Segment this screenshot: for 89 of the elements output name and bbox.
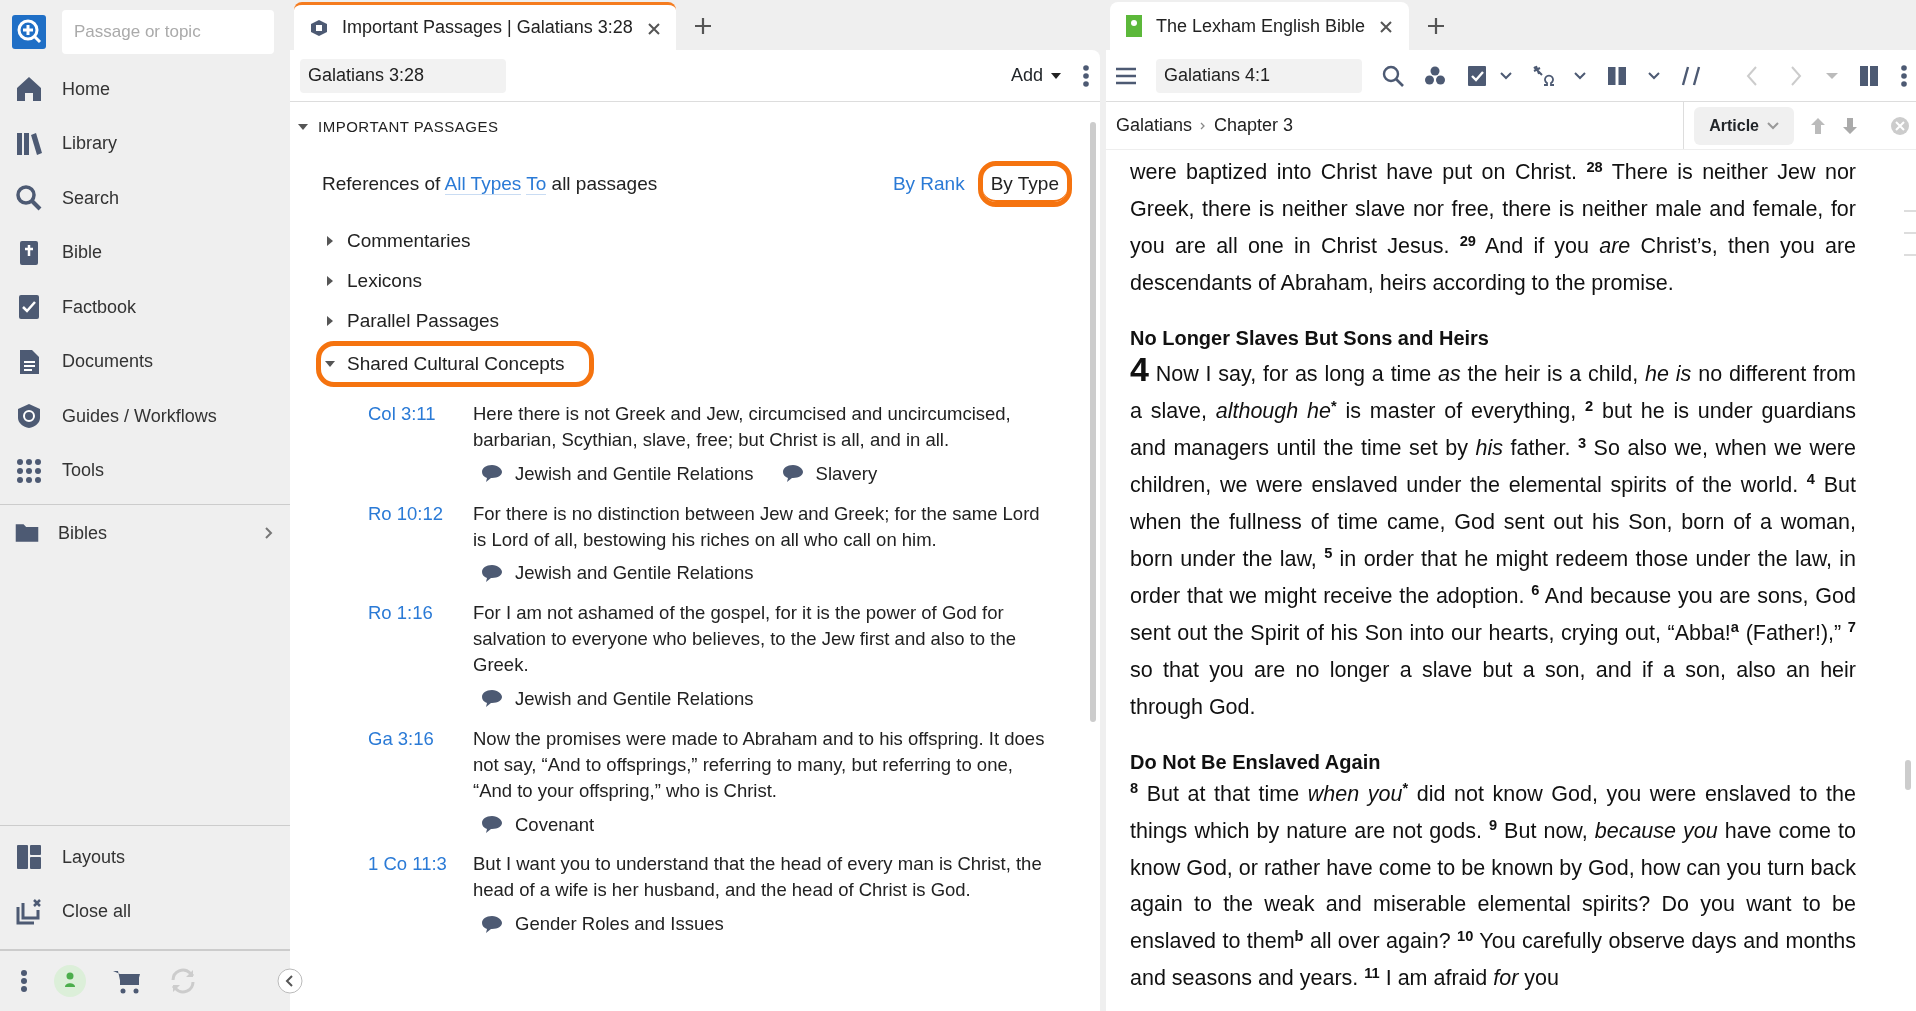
add-button[interactable]: Add bbox=[1001, 57, 1070, 94]
sidebar-item[interactable]: Close all bbox=[0, 884, 290, 939]
document-tab[interactable]: Important Passages | Galatians 3:28 bbox=[294, 2, 676, 50]
close-all-icon bbox=[14, 896, 44, 927]
section-header[interactable]: IMPORTANT PASSAGES bbox=[298, 116, 1086, 139]
panel-icon[interactable] bbox=[1858, 64, 1880, 87]
sidebar-item[interactable]: Documents bbox=[0, 334, 290, 389]
passage-text: But I want you to understand that the head of every man is Christ, the head of a wife is her husband, and the head of Christ is God. bbox=[473, 852, 1043, 903]
tree-item[interactable]: Commentaries bbox=[316, 221, 500, 261]
close-icon[interactable] bbox=[1379, 19, 1394, 34]
scrollbar-thumb[interactable] bbox=[1905, 760, 1911, 790]
interlinear-icon[interactable] bbox=[1532, 64, 1554, 87]
scripture-text: 4 Now I say, for as long a time as the heir is a child, he is no different from a slave, although he$^{*}$ is master of everything, $^{2}$ but he is under guardians and managers until the time set by his father. $^{3}$ So also we, when we were children, we were enslaved under the elemental spirits of the world. $^{4}$ But when the fullness of time came, God sent out his Son, born of a woman, born under the law, $^{5}$ in order that he might redeem those under the law, in order that we might receive the adoption. $^{6}$ And because you are sons, God sent out the Spirit of his Son into our hearts, crying out, “Abba!$^{a}$ (Father!),” $^{7}$ so that you are no longer a slave but a son, and if a son, also an heir through God. bbox=[1130, 351, 1856, 721]
three-circles-icon[interactable] bbox=[1424, 64, 1446, 87]
speech-bubble-icon bbox=[481, 914, 503, 934]
columns-icon[interactable] bbox=[1606, 64, 1628, 87]
close-icon[interactable] bbox=[646, 22, 661, 37]
verse-link[interactable]: Ro 1:16 bbox=[368, 600, 473, 712]
breadcrumb-item[interactable]: Galatians bbox=[1116, 112, 1193, 139]
speech-bubble-icon bbox=[481, 815, 503, 834]
caret-icon bbox=[1051, 72, 1061, 79]
concept-link[interactable]: Jewish and Gentile Relations bbox=[481, 686, 754, 712]
section-heading: Do Not Be Enslaved Again bbox=[1130, 749, 1382, 775]
collapsed-triangle-icon[interactable] bbox=[325, 276, 335, 286]
concept-link[interactable]: Jewish and Gentile Relations bbox=[481, 460, 754, 487]
tree-item[interactable]: Lexicons bbox=[316, 261, 451, 301]
collapse-button-icon[interactable] bbox=[277, 968, 303, 994]
view-tab[interactable]: By Rank bbox=[879, 160, 978, 207]
view-tab[interactable]: By Type bbox=[977, 160, 1072, 207]
more-icon[interactable] bbox=[1900, 63, 1908, 88]
chevron-down-icon[interactable] bbox=[1500, 71, 1512, 80]
document-tab[interactable]: The Lexham English Bible bbox=[1110, 2, 1410, 50]
add-tab-icon[interactable] bbox=[1427, 17, 1446, 35]
scrollbar-thumb[interactable] bbox=[1090, 122, 1096, 722]
sidebar-item[interactable]: Factbook bbox=[0, 280, 290, 335]
verse-link[interactable]: 1 Co 11:3 bbox=[368, 851, 473, 938]
passage-text: For I am not ashamed of the gospel, for it is the power of God for salvation to everyone who believes, to the Jew first and also to the Greek. bbox=[473, 601, 1017, 678]
more-icon[interactable] bbox=[20, 969, 28, 993]
expanded-triangle-icon[interactable] bbox=[325, 359, 335, 369]
book-cover-icon bbox=[1126, 15, 1142, 37]
app-logo-icon[interactable] bbox=[12, 15, 46, 49]
view-dropdown[interactable]: Article bbox=[1694, 106, 1794, 145]
reference-field[interactable]: Galatians 3:28 bbox=[300, 58, 506, 93]
verse-link[interactable]: Ga 3:16 bbox=[368, 725, 473, 838]
passage-text: Now the promises were made to Abraham and to his offspring. It does not say, “And to offsprings,” referring to many, but referring to one, “And to your offspring,” who is Christ. bbox=[473, 726, 1046, 803]
sidebar-item[interactable]: Layouts bbox=[0, 830, 290, 885]
add-tab-icon[interactable] bbox=[694, 17, 712, 35]
filter-sentence: References of All Types To all passages bbox=[322, 171, 658, 197]
parallel-lines-icon[interactable] bbox=[1680, 64, 1702, 87]
verse-link[interactable]: Col 3:11 bbox=[368, 401, 473, 487]
passage-text: For there is no distinction between Jew and Greek; for the same Lord is Lord of all, bestowing his riches on all who call on him. bbox=[473, 501, 1041, 552]
concept-link[interactable]: Slavery bbox=[781, 460, 878, 487]
book-check-icon[interactable] bbox=[1466, 64, 1488, 87]
search-icon[interactable] bbox=[1382, 64, 1404, 87]
sidebar-item[interactable]: Home bbox=[0, 62, 290, 117]
search-field[interactable]: Passage or topic bbox=[62, 10, 274, 54]
sidebar-item[interactable]: Search bbox=[0, 171, 290, 226]
concept-link[interactable]: Gender Roles and Issues bbox=[481, 911, 724, 938]
more-icon[interactable] bbox=[1082, 63, 1090, 88]
speech-bubble-icon bbox=[481, 689, 503, 709]
breadcrumb-item[interactable]: Chapter 3 bbox=[1214, 112, 1294, 139]
scripture-text: were baptized into Christ have put on Christ. $^{28}$ There is neither Jew nor Greek, there is neither slave nor free, there is neither male and female, for you are all one in Christ Jesus. $^{29}$ And if you are Christ’s, then you are descendants of Abraham, heirs according to the promise. bbox=[1130, 157, 1856, 297]
chevron-down-icon[interactable] bbox=[1648, 71, 1660, 80]
collapsed-triangle-icon[interactable] bbox=[325, 316, 335, 326]
sidebar-item[interactable]: Bible bbox=[0, 225, 290, 280]
tree-item[interactable]: Shared Cultural Concepts bbox=[316, 341, 594, 387]
scripture-text: $^{8}$ But at that time when you$^{*}$ did not know God, you were enslaved to the things which by nature are not gods. $^{9}$ But now, because you have come to know God, or rather have come to be known by God, how can you turn back again to the weak and miserable elemental spirits? Do you want to be enslaved to them$^{b}$ all over again? $^{10}$ You carefully observe days and months and seasons and years. $^{11}$ I am afraid for you bbox=[1130, 779, 1856, 993]
tree-item[interactable]: Parallel Passages bbox=[316, 301, 529, 341]
concept-link[interactable]: Covenant bbox=[481, 811, 595, 838]
verse-link[interactable]: Ro 10:12 bbox=[368, 500, 473, 587]
breadcrumb-separator-icon bbox=[1200, 121, 1207, 130]
sidebar-item[interactable]: Guides / Workflows bbox=[0, 389, 290, 444]
speech-bubble-icon bbox=[481, 563, 503, 583]
collapsed-triangle-icon[interactable] bbox=[325, 236, 335, 246]
passage-text: Here there is not Greek and Jew, circumcised and uncircumcised, barbarian, Scythian, slave, free; but Christ is all, and in all. bbox=[473, 402, 1012, 452]
sidebar-item[interactable]: Tools bbox=[0, 443, 290, 498]
chevron-down-icon[interactable] bbox=[1574, 71, 1586, 80]
chevron-down-icon bbox=[1767, 121, 1779, 130]
speech-bubble-icon bbox=[481, 464, 503, 484]
section-heading: No Longer Slaves But Sons and Heirs bbox=[1130, 325, 1490, 351]
concept-link[interactable]: Jewish and Gentile Relations bbox=[481, 560, 754, 587]
speech-bubble-icon bbox=[781, 464, 804, 484]
filter-link[interactable]: All Types bbox=[444, 172, 522, 195]
hexagon-icon bbox=[310, 18, 328, 37]
filter-link[interactable]: To bbox=[526, 172, 547, 195]
sidebar-item[interactable]: Library bbox=[0, 116, 290, 171]
reference-field[interactable]: Galatians 4:1 bbox=[1156, 58, 1362, 93]
folder-item[interactable]: Bibles bbox=[0, 509, 290, 557]
menu-icon[interactable] bbox=[1116, 66, 1136, 85]
